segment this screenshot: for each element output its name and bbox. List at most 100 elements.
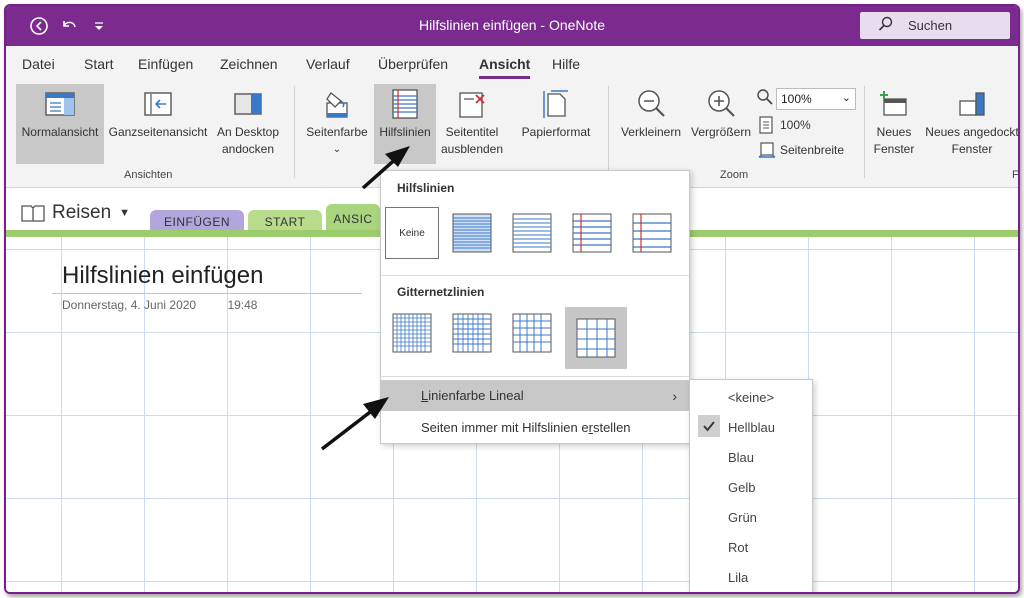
ribbon-separator <box>608 86 609 178</box>
color-gelb-item[interactable]: Gelb <box>690 472 812 502</box>
verkleinern-button[interactable]: Verkleinern <box>616 84 686 164</box>
color-hellblau-item[interactable]: Hellblau <box>690 412 812 442</box>
notebook-selector[interactable]: Reisen ▼ <box>20 202 130 224</box>
angedockt-label-2: Fenster <box>951 142 993 156</box>
ganzseitenansicht-button[interactable]: Ganzseitenansicht <box>106 84 210 164</box>
search-icon <box>878 16 894 35</box>
menu-bar: Datei Start Einfügen Zeichnen Verlauf Üb… <box>6 46 1018 80</box>
menu-start[interactable]: Start <box>84 56 114 72</box>
menu-zeichnen[interactable]: Zeichnen <box>220 56 278 72</box>
menu-ueberpruefen[interactable]: Überprüfen <box>378 56 448 72</box>
menu-verlauf[interactable]: Verlauf <box>306 56 350 72</box>
search-box[interactable]: Suchen <box>860 12 1010 39</box>
color-keine-label: <keine> <box>727 389 775 405</box>
seitentitel-label-2: ausblenden <box>440 142 504 156</box>
color-blau-item[interactable]: Blau <box>690 442 812 472</box>
rule-standard-option[interactable] <box>565 207 619 259</box>
undo-icon[interactable] <box>58 15 80 37</box>
small-grid-icon <box>392 313 432 353</box>
neues-fenster-button[interactable]: Neues Fenster <box>868 84 920 164</box>
paper-size-icon <box>539 84 573 124</box>
page-100-icon <box>759 116 773 134</box>
color-gelb-label: Gelb <box>728 479 756 495</box>
back-icon[interactable] <box>28 15 50 37</box>
seitenfarbe-button[interactable]: Seitenfarbe ⌄ <box>302 84 372 164</box>
normalansicht-label: Normalansicht <box>21 125 99 139</box>
rule-college-option[interactable] <box>505 207 559 259</box>
ganzseitenansicht-label: Ganzseitenansicht <box>108 125 208 139</box>
page-time: 19:48 <box>227 298 258 312</box>
normalansicht-button[interactable]: Normalansicht <box>16 84 104 164</box>
desktop-andocken-button[interactable]: An Desktop andocken <box>212 84 284 164</box>
xlarge-grid-icon <box>576 318 616 358</box>
color-blau-label: Blau <box>728 449 755 465</box>
seitentitel-ausblenden-button[interactable]: Seitentitel ausblenden <box>438 84 506 164</box>
grid-xlarge-option[interactable] <box>565 307 627 369</box>
new-window-icon <box>877 84 911 124</box>
seiten-immer-mit-hilfslinien-item[interactable]: Seiten immer mit Hilfslinien erstellen <box>381 412 689 443</box>
color-gruen-item[interactable]: Grün <box>690 502 812 532</box>
group-fenster-label: F <box>1012 169 1019 181</box>
chevron-down-icon: ⌄ <box>332 144 342 155</box>
menu-datei[interactable]: Datei <box>22 56 55 72</box>
gitternetzlinien-heading: Gitternetzlinien <box>397 285 485 299</box>
standard-rule-icon <box>572 213 612 253</box>
zoom-100-label: 100% <box>780 118 811 132</box>
zoom-out-icon <box>634 84 668 124</box>
hide-page-title-icon <box>455 84 489 124</box>
color-rot-item[interactable]: Rot <box>690 532 812 562</box>
rule-narrow-option[interactable] <box>445 207 499 259</box>
papierformat-button[interactable]: Papierformat <box>516 84 596 164</box>
large-grid-icon <box>512 313 552 353</box>
grid-medium-option[interactable] <box>445 307 499 359</box>
linienfarbe-lineal-item[interactable]: Linienfarbe Lineal › <box>381 380 689 411</box>
normal-view-icon <box>43 84 77 124</box>
wide-rule-icon <box>632 213 672 253</box>
color-lila-item[interactable]: Lila <box>690 562 812 592</box>
customize-quick-access-icon[interactable] <box>88 15 110 37</box>
seitenbreite-button[interactable]: Seitenbreite <box>758 141 844 159</box>
zoom-in-icon <box>704 84 738 124</box>
page-color-icon <box>320 84 354 124</box>
rule-lines-icon <box>388 84 422 124</box>
vergroessern-label: Vergrößern <box>690 125 752 139</box>
grid-small-option[interactable] <box>385 307 439 359</box>
zoom-search-icon <box>756 88 774 106</box>
color-gruen-label: Grün <box>728 509 757 525</box>
desktop-label-2: andocken <box>221 142 275 156</box>
neues-angedocktes-fenster-button[interactable]: Neues angedockt Fenster <box>920 84 1019 164</box>
seitentitel-label-1: Seitentitel <box>445 125 499 139</box>
rule-wide-option[interactable] <box>625 207 679 259</box>
medium-grid-icon <box>452 313 492 353</box>
vergroessern-button[interactable]: Vergrößern <box>688 84 754 164</box>
zoom-100-button[interactable]: 100% <box>758 116 811 134</box>
angedockt-label-1: Neues angedockt <box>925 125 1019 139</box>
color-keine-item[interactable]: <keine> <box>690 382 812 412</box>
color-rot-label: Rot <box>728 539 749 555</box>
notebook-name: Reisen <box>52 202 112 223</box>
menu-ansicht[interactable]: Ansicht <box>479 56 531 79</box>
neues-fenster-label-1: Neues <box>876 125 912 139</box>
hilfslinien-button[interactable]: Hilfslinien <box>374 84 436 164</box>
menu-einfuegen[interactable]: Einfügen <box>138 56 193 72</box>
dropdown-divider <box>381 376 689 377</box>
seitenfarbe-label: Seitenfarbe <box>306 125 368 139</box>
full-page-view-icon <box>141 84 175 124</box>
seitenbreite-label: Seitenbreite <box>780 143 845 157</box>
menu-hilfe[interactable]: Hilfe <box>552 56 580 72</box>
hilfslinien-dropdown: Hilfslinien Keine Gitternetzlinien Linie… <box>380 170 690 444</box>
seiten-immer-label: Seiten immer mit Hilfslinien erstellen <box>421 420 631 435</box>
rule-keine-option[interactable]: Keine <box>385 207 439 259</box>
page-date-time: Donnerstag, 4. Juni 2020 19:48 <box>62 298 257 312</box>
zoom-select[interactable]: 100% ⌄ <box>776 88 856 110</box>
neues-fenster-label-2: Fenster <box>873 142 915 156</box>
color-hellblau-label: Hellblau <box>728 419 775 435</box>
hilfslinien-heading: Hilfslinien <box>397 181 455 195</box>
search-label: Suchen <box>908 18 953 33</box>
grid-large-option[interactable] <box>505 307 559 359</box>
title-bar: Hilfslinien einfügen - OneNote Suchen <box>6 6 1018 46</box>
page-title[interactable]: Hilfslinien einfügen <box>62 262 263 290</box>
linienfarbe-submenu: <keine> Hellblau Blau Gelb Grün Rot Lila <box>689 379 813 592</box>
chevron-down-icon: ⌄ <box>841 92 851 104</box>
new-docked-window-icon <box>955 84 989 124</box>
